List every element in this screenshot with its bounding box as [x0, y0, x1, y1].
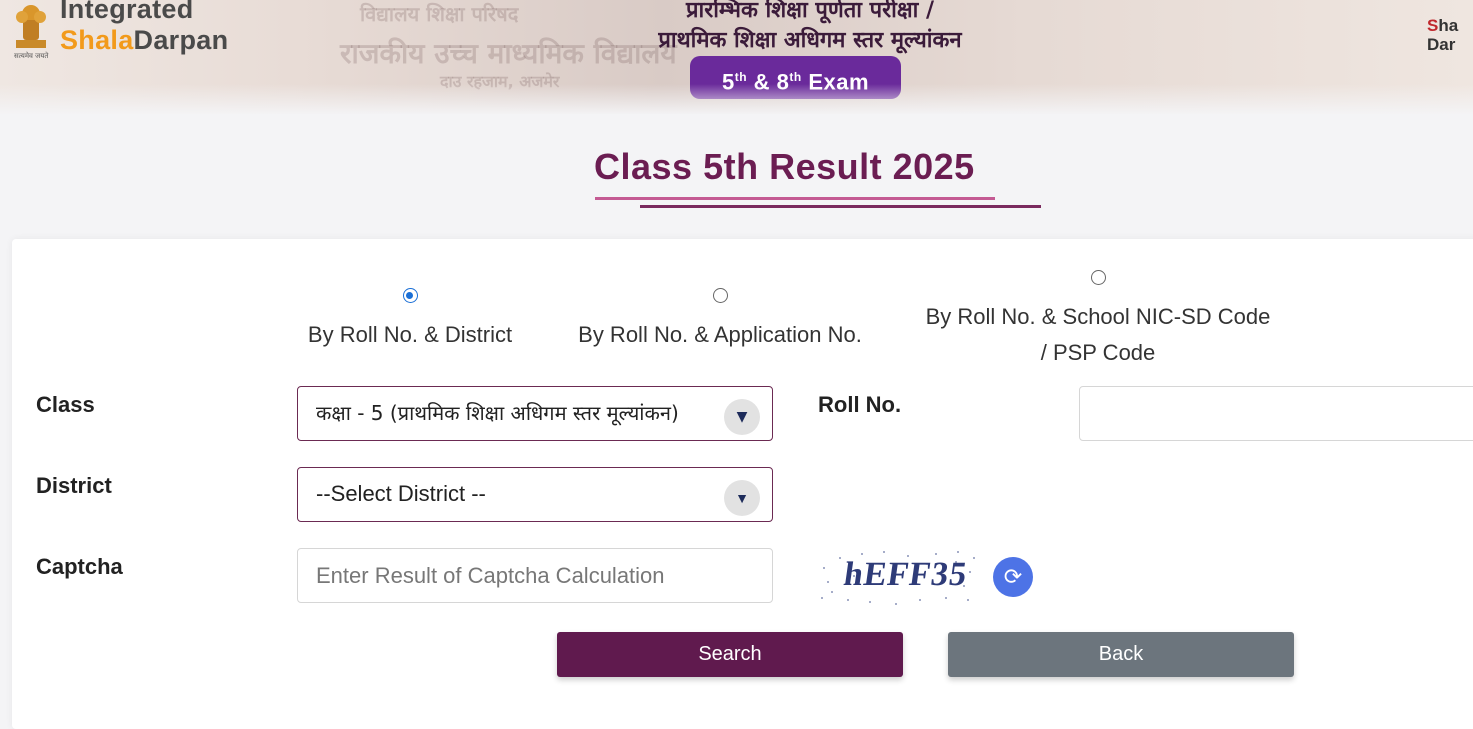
- radio-label: By Roll No. & District: [307, 322, 513, 347]
- exam-badge-sup: th: [789, 70, 802, 84]
- captcha-text: hEFF35: [841, 556, 970, 593]
- exam-badge-text: 5: [721, 69, 735, 95]
- radio-option-roll-school-code[interactable]: By Roll No. & School NIC-SD Code / PSP C…: [900, 270, 1296, 371]
- corner-logo-s: S: [1427, 16, 1439, 35]
- hindi-title-line1: प्रारम्भिक शिक्षा पूर्णता परीक्षा /: [686, 0, 934, 23]
- title-underline: [595, 197, 995, 200]
- radio-button[interactable]: [712, 288, 728, 303]
- logo-integrated: Integrated: [60, 0, 194, 25]
- corner-logo-text: ha: [1438, 16, 1459, 35]
- district-label: District: [36, 473, 112, 498]
- refresh-captcha-button[interactable]: ⟳: [993, 557, 1033, 597]
- emblem-caption: सत्यमेव जयते: [14, 52, 49, 60]
- corner-logo: Sha Dar: [1427, 16, 1458, 54]
- captcha-label: Captcha: [36, 554, 123, 579]
- refresh-icon: ⟳: [1003, 564, 1023, 589]
- radio-label: / PSP Code: [1040, 340, 1156, 365]
- logo-shaladarpan: ShalaDarpan: [60, 25, 228, 56]
- banner-bg-text: विद्यालय शिक्षा परिषद: [360, 2, 519, 26]
- district-select[interactable]: --Select District -- ▼: [297, 467, 773, 522]
- class-select[interactable]: कक्षा - 5 (प्राथमिक शिक्षा अधिगम स्तर मू…: [297, 386, 773, 441]
- national-emblem-icon: [16, 5, 46, 48]
- page-title: Class 5th Result 2025: [594, 146, 975, 187]
- header-banner: विद्यालय शिक्षा परिषद राजकीय उच्च माध्यम…: [0, 0, 1473, 114]
- search-button[interactable]: Search: [557, 632, 903, 677]
- radio-option-roll-district[interactable]: By Roll No. & District: [290, 288, 530, 353]
- radio-button[interactable]: [402, 288, 418, 303]
- exam-badge: 5th & 8th Exam: [690, 56, 901, 99]
- chevron-down-icon: ▼: [724, 399, 760, 435]
- logo-text-shala: Shala: [60, 25, 134, 55]
- corner-logo-text: Dar: [1427, 35, 1456, 54]
- banner-bg-text: दाउ रहजाम, अजमेर: [440, 72, 560, 91]
- exam-badge-sup: th: [734, 70, 748, 84]
- captcha-input[interactable]: Enter Result of Captcha Calculation: [297, 548, 773, 603]
- district-select-value: --Select District --: [316, 481, 486, 506]
- captcha-image: hEFF35: [818, 548, 978, 608]
- logo-text: Integrated: [60, 0, 194, 24]
- roll-no-label: Roll No.: [818, 392, 902, 417]
- exam-badge-text: Exam: [801, 69, 870, 95]
- radio-label: By Roll No. & School NIC-SD Code: [925, 304, 1271, 329]
- logo-text-darpan: Darpan: [133, 25, 229, 55]
- radio-label: By Roll No. & Application No.: [578, 322, 862, 347]
- title-underline: [640, 205, 1041, 208]
- class-label: Class: [36, 392, 95, 417]
- chevron-down-icon: ▼: [724, 480, 760, 516]
- roll-no-input[interactable]: [1079, 386, 1473, 441]
- hindi-exam-title: प्रारम्भिक शिक्षा पूर्णता परीक्षा / प्रा…: [520, 0, 1100, 56]
- back-button[interactable]: Back: [948, 632, 1294, 677]
- hindi-title-line2: प्राथमिक शिक्षा अधिगम स्तर मूल्यांकन: [658, 28, 962, 53]
- exam-badge-text: & 8: [747, 69, 790, 95]
- radio-button[interactable]: [1090, 270, 1106, 285]
- class-select-value: कक्षा - 5 (प्राथमिक शिक्षा अधिगम स्तर मू…: [316, 401, 679, 425]
- radio-option-roll-application[interactable]: By Roll No. & Application No.: [555, 288, 885, 353]
